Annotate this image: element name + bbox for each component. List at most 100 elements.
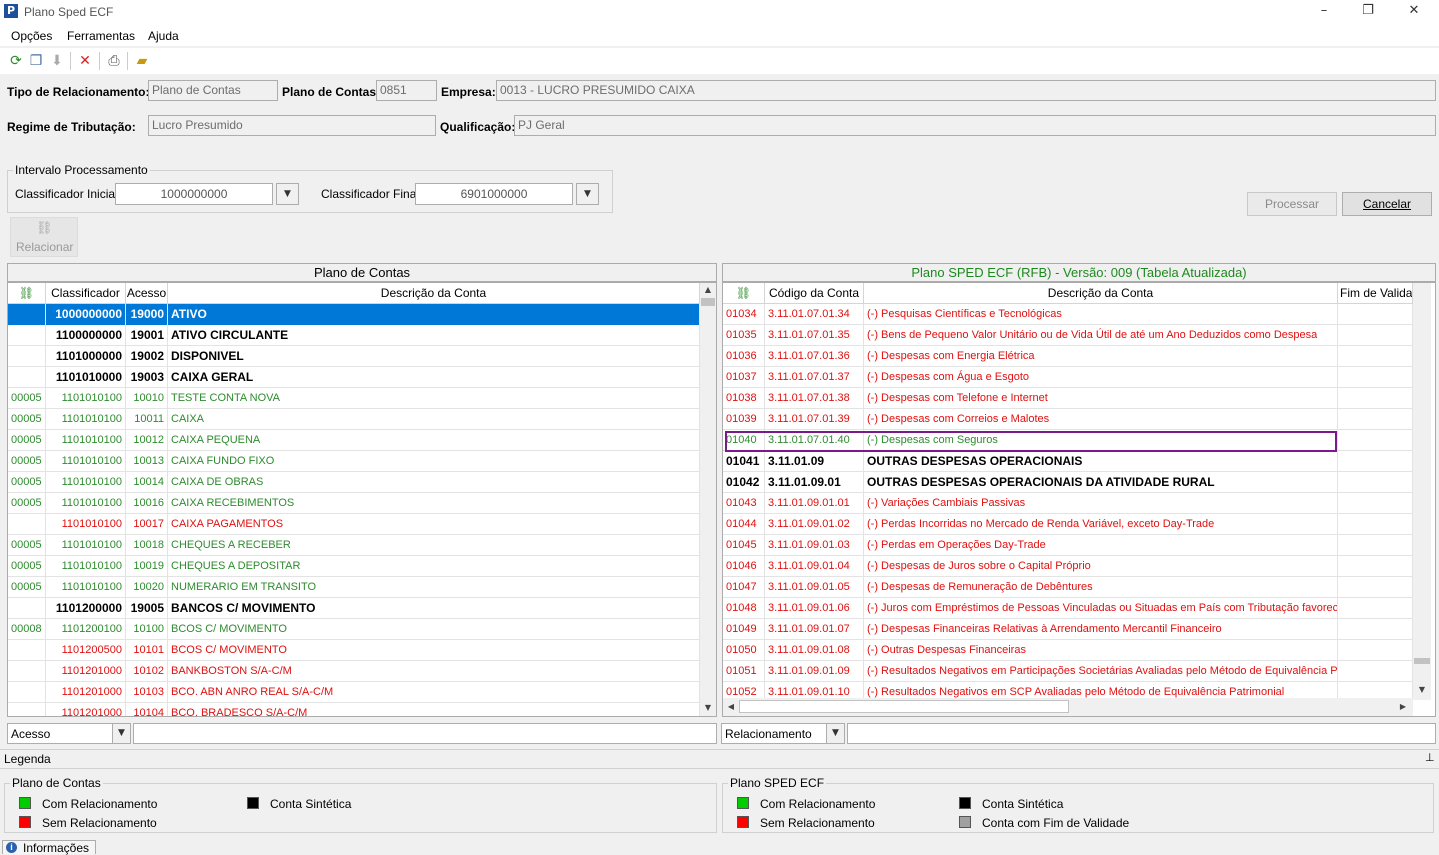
scroll-thumb[interactable]	[739, 700, 1069, 713]
table-row[interactable]: 00005 1101010100 10010 TESTE CONTA NOVA	[8, 388, 700, 409]
table-row[interactable]: 1000000000 19000 ATIVO	[8, 304, 700, 325]
menu-ferramentas[interactable]: Ferramentas	[67, 29, 135, 43]
left-filter-input[interactable]	[133, 723, 717, 744]
tipo-relacionamento-field[interactable]: Plano de Contas	[148, 80, 278, 101]
scroll-up-icon[interactable]: ▲	[700, 283, 716, 297]
table-row[interactable]: 01050 3.11.01.09.01.08 (-) Outras Despesas…	[723, 640, 1413, 661]
fim-validade-cell	[1338, 514, 1413, 535]
table-row[interactable]: 1101200000 19005 BANCOS C/ MOVIMENTO	[8, 598, 700, 619]
classificador-cell: 1101010100	[46, 430, 126, 451]
table-row[interactable]: 00005 1101010100 10012 CAIXA PEQUENA	[8, 430, 700, 451]
table-row[interactable]: 00008 1101200100 10100 BCOS C/ MOVIMENTO	[8, 619, 700, 640]
table-row[interactable]: 01049 3.11.01.09.01.07 (-) Despesas Financ…	[723, 619, 1413, 640]
chevron-down-icon[interactable]: ▼	[826, 724, 844, 743]
table-row[interactable]: 01051 3.11.01.09.01.09 (-) Resultados Nega…	[723, 661, 1413, 682]
column-header-descricao[interactable]: Descrição da Conta	[864, 283, 1338, 304]
table-row[interactable]: 01038 3.11.01.07.01.38 (-) Despesas com Te…	[723, 388, 1413, 409]
table-row[interactable]: 01046 3.11.01.09.01.04 (-) Despesas de Jur…	[723, 556, 1413, 577]
table-row[interactable]: 1101201000 10102 BANKBOSTON S/A-C/M	[8, 661, 700, 682]
table-row[interactable]: 01052 3.11.01.09.01.10 (-) Resultados Nega…	[723, 682, 1413, 698]
table-row[interactable]: 1101201000 10104 BCO. BRADESCO S/A-C/M	[8, 703, 700, 716]
right-horizontal-scrollbar[interactable]: ◀ ▶	[723, 698, 1413, 716]
table-row[interactable]: 1101201000 10103 BCO. ABN ANRO REAL S/A-C/…	[8, 682, 700, 703]
table-row[interactable]: 1101010100 10017 CAIXA PAGAMENTOS	[8, 514, 700, 535]
legend-conta-sintetica: Conta Sintética	[270, 797, 352, 811]
regime-tributacao-field[interactable]: Lucro Presumido	[148, 115, 436, 136]
empresa-field[interactable]: 0013 - LUCRO PRESUMIDO CAIXA	[496, 80, 1436, 101]
table-row[interactable]: 1101200500 10101 BCOS C/ MOVIMENTO	[8, 640, 700, 661]
table-row[interactable]: 1100000000 19001 ATIVO CIRCULANTE	[8, 325, 700, 346]
scroll-right-icon[interactable]: ▶	[1397, 700, 1409, 714]
table-row[interactable]: 00005 1101010100 10013 CAIXA FUNDO FIXO	[8, 451, 700, 472]
column-header-fim-validade[interactable]: Fim de Validade	[1338, 283, 1413, 304]
relacao-cell	[8, 325, 46, 346]
classificador-final-input[interactable]: 6901000000	[415, 183, 573, 205]
left-vertical-scrollbar[interactable]: ▲ ▼	[700, 283, 716, 716]
table-row[interactable]: 00005 1101010100 10020 NUMERARIO EM TRANSIT…	[8, 577, 700, 598]
table-row[interactable]: 00005 1101010100 10018 CHEQUES A RECEBER	[8, 535, 700, 556]
relacao-cell	[8, 346, 46, 367]
plano-contas-field[interactable]: 0851	[376, 80, 437, 101]
table-row[interactable]: 01039 3.11.01.07.01.39 (-) Despesas com Co…	[723, 409, 1413, 430]
table-row[interactable]: 01042 3.11.01.09.01 OUTRAS DESPESAS OPERAC…	[723, 472, 1413, 493]
table-row[interactable]: 01036 3.11.01.07.01.36 (-) Despesas com En…	[723, 346, 1413, 367]
table-row[interactable]: 00005 1101010100 10014 CAIXA DE OBRAS	[8, 472, 700, 493]
open-folder-icon[interactable]: ▰	[134, 53, 150, 69]
table-row[interactable]: 01044 3.11.01.09.01.02 (-) Perdas Incorrid…	[723, 514, 1413, 535]
column-header-acesso[interactable]: Acesso	[126, 283, 168, 304]
print-icon[interactable]: ⎙	[106, 53, 122, 69]
menu-ajuda[interactable]: Ajuda	[148, 29, 179, 43]
chevron-down-icon[interactable]: ▼	[112, 724, 130, 743]
cancelar-button[interactable]: Cancelar	[1342, 192, 1432, 216]
classificador-cell: 1101000000	[46, 346, 126, 367]
table-row[interactable]: 01047 3.11.01.09.01.05 (-) Despesas de Rem…	[723, 577, 1413, 598]
close-window-icon[interactable]: ✕	[1404, 3, 1424, 19]
column-header-relacao[interactable]: ⛓	[8, 283, 46, 304]
table-row[interactable]: 1101010000 19003 CAIXA GERAL	[8, 367, 700, 388]
table-row[interactable]: 00005 1101010100 10011 CAIXA	[8, 409, 700, 430]
classificador-inicial-input[interactable]: 1000000000	[115, 183, 273, 205]
plano-contas-grid-title: Plano de Contas	[7, 263, 717, 282]
column-header-codigo[interactable]: Código da Conta	[765, 283, 864, 304]
table-row[interactable]: 00005 1101010100 10019 CHEQUES A DEPOSITAR	[8, 556, 700, 577]
download-icon[interactable]: ⬇	[49, 53, 65, 69]
table-row[interactable]: 00005 1101010100 10016 CAIXA RECEBIMENTOS	[8, 493, 700, 514]
codigo-cell: 3.11.01.09.01.03	[765, 535, 864, 556]
left-filter-combo[interactable]: Acesso ▼	[7, 723, 131, 744]
minimize-icon[interactable]: –	[1314, 3, 1334, 19]
menu-opcoes[interactable]: Opções	[11, 29, 52, 43]
qualificacao-field[interactable]: PJ Geral	[514, 115, 1436, 136]
table-row[interactable]: 01045 3.11.01.09.01.03 (-) Perdas em Opera…	[723, 535, 1413, 556]
processar-button[interactable]: Processar	[1247, 192, 1337, 216]
chevron-down-icon[interactable]: ▼	[276, 183, 299, 205]
informacoes-tab[interactable]: i Informações	[2, 840, 96, 855]
scroll-thumb[interactable]	[701, 298, 715, 306]
relacao-cell: 00005	[8, 556, 46, 577]
table-row[interactable]: 01040 3.11.01.07.01.40 (-) Despesas com Se…	[723, 430, 1413, 451]
right-filter-input[interactable]	[847, 723, 1436, 744]
scroll-left-icon[interactable]: ◀	[725, 700, 737, 714]
table-row[interactable]: 01048 3.11.01.09.01.06 (-) Juros com Empré…	[723, 598, 1413, 619]
id-cell: 01041	[723, 451, 765, 472]
table-row[interactable]: 01037 3.11.01.07.01.37 (-) Despesas com Ág…	[723, 367, 1413, 388]
acesso-cell: 19001	[126, 325, 168, 346]
column-header-descricao[interactable]: Descrição da Conta	[168, 283, 700, 304]
scroll-down-icon[interactable]: ▼	[1413, 683, 1431, 697]
scroll-down-icon[interactable]: ▼	[700, 701, 716, 715]
column-header-classificador[interactable]: Classificador	[46, 283, 126, 304]
scroll-thumb[interactable]	[1414, 658, 1430, 664]
chevron-down-icon[interactable]: ▼	[576, 183, 599, 205]
refresh-icon[interactable]: ⟳	[8, 53, 24, 69]
table-row[interactable]: 01041 3.11.01.09 OUTRAS DESPESAS OPERACION…	[723, 451, 1413, 472]
delete-icon[interactable]: ✕	[77, 53, 93, 69]
column-header-relacao[interactable]: ⛓	[723, 283, 765, 304]
pin-icon[interactable]: ⊥	[1425, 751, 1435, 764]
table-row[interactable]: 01034 3.11.01.07.01.34 (-) Pesquisas Cient…	[723, 304, 1413, 325]
table-row[interactable]: 1101000000 19002 DISPONIVEL	[8, 346, 700, 367]
table-row[interactable]: 01043 3.11.01.09.01.01 (-) Variações Cambi…	[723, 493, 1413, 514]
right-vertical-scrollbar[interactable]: ▼	[1413, 283, 1431, 700]
restore-icon[interactable]: ❐	[1358, 3, 1378, 19]
right-filter-combo[interactable]: Relacionamento ▼	[721, 723, 845, 744]
copy-icon[interactable]: ❐	[28, 53, 44, 69]
table-row[interactable]: 01035 3.11.01.07.01.35 (-) Bens de Pequeno…	[723, 325, 1413, 346]
